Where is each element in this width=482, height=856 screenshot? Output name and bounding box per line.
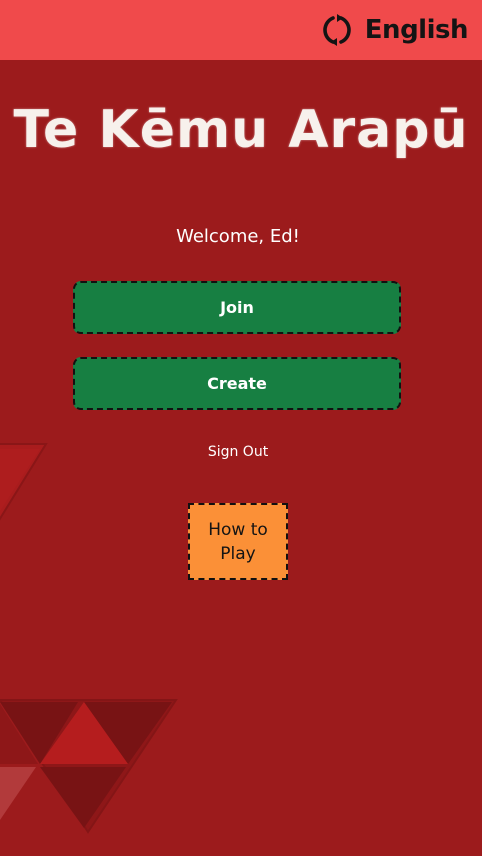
top-bar: English (0, 0, 482, 60)
how-to-play-label: How to Play (208, 519, 268, 564)
join-button[interactable]: Join (73, 281, 401, 334)
language-switch-button[interactable]: English (319, 12, 469, 48)
join-button-label: Join (220, 298, 254, 317)
refresh-icon (319, 13, 355, 47)
app-title: Te Kēmu Arapū (13, 100, 469, 160)
language-label: English (364, 15, 469, 45)
create-button[interactable]: Create (73, 357, 401, 410)
create-button-label: Create (207, 374, 267, 393)
welcome-message: Welcome, Ed! (176, 226, 300, 247)
sign-out-link[interactable]: Sign Out (0, 444, 476, 460)
how-to-play-button[interactable]: How to Play (188, 503, 288, 580)
